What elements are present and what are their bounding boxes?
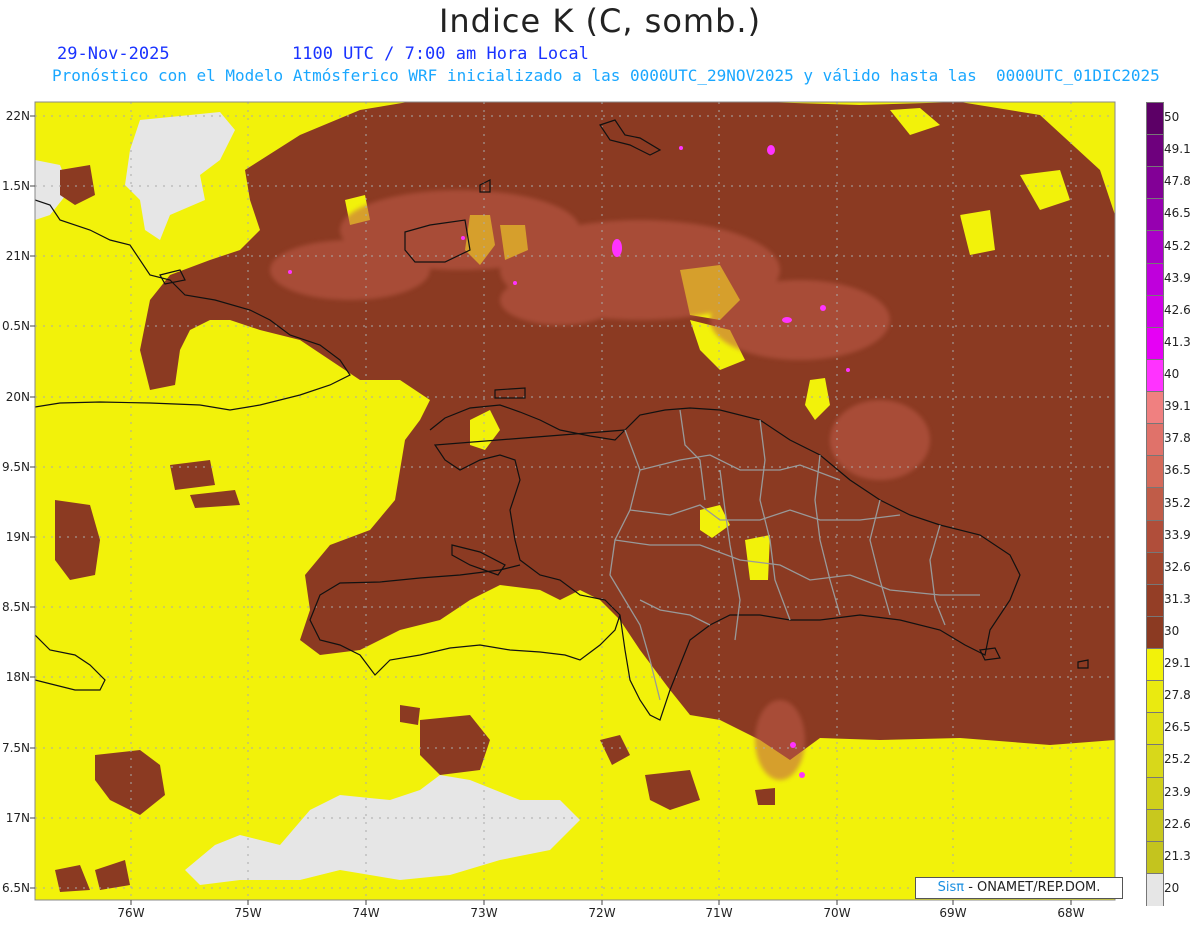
lon-label: 74W [352,906,380,920]
colorbar-swatch [1146,358,1164,393]
lat-label: 21N [5,249,30,263]
lon-label: 72W [588,906,616,920]
lat-label: 17N [5,811,30,825]
lat-label: 18N [5,670,30,684]
lon-label: 75W [234,906,262,920]
colorbar-label: 36.5 [1164,463,1191,478]
colorbar-label: 41.3 [1164,334,1191,349]
colorbar-label: 50 [1164,110,1180,125]
colorbar-label: 20 [1164,880,1180,895]
colorbar-swatch [1146,808,1164,842]
colorbar-swatch [1146,744,1164,778]
lon-label: 69W [939,906,967,920]
colorbar-label: 37.8 [1164,431,1191,446]
colorbar-label: 29.1 [1164,656,1191,671]
colorbar-swatch [1146,615,1164,650]
lat-label: 8.5N [1,600,30,614]
colorbar-swatch [1146,840,1164,874]
colorbar-label: 42.6 [1164,302,1191,317]
colorbar-swatch [1146,519,1164,553]
lat-label: 6.5N [1,881,30,895]
colorbar-label: 26.5 [1164,720,1191,735]
sispi-logo: Sisπ [937,880,965,895]
lat-label: 9.5N [1,460,30,474]
colorbar-swatch [1146,680,1164,714]
colorbar-label: 23.9 [1164,784,1191,799]
colorbar-swatch [1146,102,1164,136]
credit-box: Sisπ - ONAMET/REP.DOM. [915,877,1123,899]
colorbar-swatch [1146,166,1164,200]
lon-label: 70W [823,906,851,920]
colorbar-label: 33.9 [1164,527,1191,542]
colorbar-label: 43.9 [1164,270,1191,285]
colorbar-label: 39.1 [1164,399,1191,414]
colorbar-swatch [1146,487,1164,521]
colorbar-swatch [1146,648,1164,682]
colorbar-swatch [1146,551,1164,585]
lat-label: 19N [5,530,30,544]
colorbar-label: 22.6 [1164,816,1191,831]
colorbar-label: 30 [1164,623,1180,638]
colorbar-swatch [1146,776,1164,810]
colorbar-label: 45.2 [1164,238,1191,253]
lon-label: 68W [1057,906,1085,920]
colorbar-swatch [1146,423,1164,457]
colorbar-swatch [1146,391,1164,425]
colorbar-label: 32.6 [1164,559,1191,574]
colorbar-swatch [1146,872,1164,906]
k-index-map [30,101,1116,905]
lat-label: 20N [5,390,30,404]
colorbar-label: 46.5 [1164,206,1191,221]
colorbar-label: 25.2 [1164,752,1191,767]
colorbar-swatch [1146,326,1164,360]
colorbar-label: 21.3 [1164,848,1191,863]
lon-label: 71W [705,906,733,920]
lat-label: 7.5N [1,741,30,755]
lat-label: 1.5N [1,179,30,193]
colorbar-label: 27.8 [1164,688,1191,703]
colorbar-swatch [1146,262,1164,296]
colorbar-label: 35.2 [1164,495,1191,510]
colorbar-label: 49.1 [1164,142,1191,157]
colorbar-label: 31.3 [1164,591,1191,606]
colorbar-swatch [1146,583,1164,617]
colorbar-swatch [1146,230,1164,264]
credit-text: - ONAMET/REP.DOM. [964,880,1101,895]
colorbar-swatch [1146,712,1164,746]
lon-label: 76W [117,906,145,920]
colorbar-swatch [1146,134,1164,168]
colorbar-swatch [1146,198,1164,232]
colorbar-label: 40 [1164,367,1180,382]
colorbar-swatch [1146,294,1164,328]
lat-label: 22N [5,109,30,123]
lon-label: 73W [470,906,498,920]
colorbar-swatch [1146,455,1164,489]
lat-label: 0.5N [1,319,30,333]
colorbar-label: 47.8 [1164,174,1191,189]
